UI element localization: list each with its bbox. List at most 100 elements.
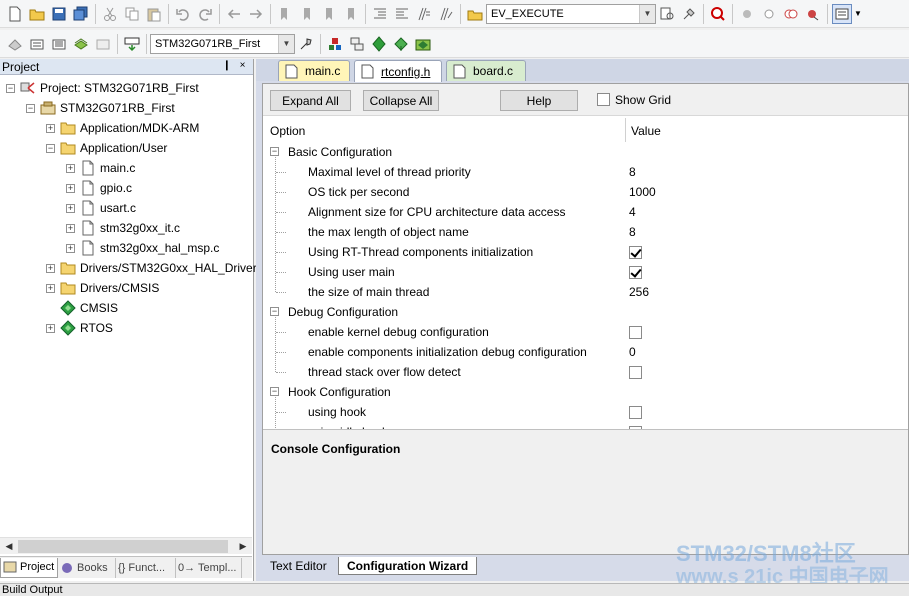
scroll-left-icon[interactable]: ◀ [1,539,17,554]
collapse-toggle-icon[interactable]: − [270,307,279,316]
expand-toggle-icon[interactable]: − [46,143,55,153]
tree-item[interactable]: CMSIS [46,298,118,318]
horizontal-scrollbar[interactable]: ◀ ▶ [0,537,252,554]
tab-configuration-wizard[interactable]: Configuration Wizard [338,557,478,575]
open-folder-icon[interactable] [27,4,47,24]
config-item-value[interactable]: 1000 [629,185,656,199]
cut-icon[interactable] [100,4,120,24]
target-options-icon[interactable] [296,34,316,54]
comment-icon[interactable] [414,4,434,24]
tree-item[interactable]: − STM32G071RB_First [26,98,175,118]
build-output-bar[interactable]: Build Output [0,583,909,596]
chevron-down-icon[interactable]: ▼ [854,9,862,18]
nav-back-icon[interactable] [224,4,244,24]
expand-toggle-icon[interactable]: + [66,223,75,233]
config-item-checkbox[interactable] [629,325,642,339]
build-icon[interactable] [27,34,47,54]
rebuild-icon[interactable] [49,34,69,54]
config-item[interactable]: the max length of object name 8 [263,222,908,242]
expand-toggle-icon[interactable]: + [46,323,55,333]
new-file-icon[interactable] [5,4,25,24]
copy-icon[interactable] [122,4,142,24]
uncomment-icon[interactable] [436,4,456,24]
incremental-find-icon[interactable] [679,4,699,24]
download-icon[interactable] [122,34,142,54]
tree-item[interactable]: + Drivers/STM32G0xx_HAL_Driver [46,258,257,278]
file-extensions-icon[interactable] [347,34,367,54]
indent-icon[interactable] [370,4,390,24]
expand-toggle-icon[interactable]: − [26,103,35,113]
select-pack-icon[interactable] [391,34,411,54]
pack-installer-icon[interactable] [369,34,389,54]
tree-item[interactable]: + usart.c [66,198,136,218]
save-icon[interactable] [49,4,69,24]
config-item[interactable]: Using RT-Thread components initializatio… [263,242,908,262]
expand-toggle-icon[interactable]: + [66,183,75,193]
target-select[interactable]: STM32G071RB_First ▼ [150,33,295,54]
find-in-files-icon[interactable] [465,4,485,24]
batch-build-icon[interactable] [71,34,91,54]
expand-toggle-icon[interactable]: + [66,243,75,253]
config-item-value[interactable] [629,245,642,259]
rte-icon[interactable] [413,34,433,54]
find-icon[interactable] [657,4,677,24]
stop-build-icon[interactable] [93,34,113,54]
tree-item[interactable]: − Project: STM32G071RB_First [6,78,199,98]
debug-session-icon[interactable] [708,4,728,24]
collapse-toggle-icon[interactable]: − [270,387,279,396]
config-item-value[interactable] [629,405,642,419]
clear-bookmarks-icon[interactable] [341,4,361,24]
save-all-icon[interactable] [71,4,91,24]
config-item-value[interactable]: 256 [629,285,649,299]
config-item-checkbox[interactable] [629,245,642,259]
config-item-checkbox[interactable] [629,365,642,379]
expand-toggle-icon[interactable]: + [46,283,55,293]
config-item[interactable]: Alignment size for CPU architecture data… [263,202,908,222]
config-group[interactable]: − Basic Configuration [263,142,908,162]
config-item-value[interactable]: 8 [629,225,636,239]
redo-icon[interactable] [195,4,215,24]
config-group[interactable]: − Hook Configuration [263,382,908,402]
config-item-value[interactable] [629,365,642,379]
paste-icon[interactable] [144,4,164,24]
chevron-down-icon[interactable]: ▼ [639,4,655,23]
column-divider[interactable] [625,118,626,142]
tree-item[interactable]: + Drivers/CMSIS [46,278,159,298]
bookmark-icon[interactable] [275,4,295,24]
collapse-all-button[interactable]: Collapse All [363,90,439,111]
translate-icon[interactable] [5,34,25,54]
expand-toggle-icon[interactable]: + [66,163,75,173]
config-item[interactable]: enable kernel debug configuration [263,322,908,342]
config-item[interactable]: Maximal level of thread priority 8 [263,162,908,182]
tree-item[interactable]: − Application/User [46,138,167,158]
chevron-down-icon[interactable]: ▼ [278,34,294,53]
config-item-value[interactable]: 4 [629,205,636,219]
config-item-checkbox[interactable] [629,265,642,279]
panel-tab-books[interactable]: Books [58,557,116,578]
undo-icon[interactable] [173,4,193,24]
find-combo[interactable]: EV_EXECUTE ▼ [486,3,656,24]
collapse-toggle-icon[interactable]: − [270,147,279,156]
tree-item[interactable]: + gpio.c [66,178,132,198]
tree-item[interactable]: + stm32g0xx_it.c [66,218,180,238]
panel-tab-project-tab[interactable]: Project [0,557,58,578]
scroll-right-icon[interactable]: ▶ [235,539,251,554]
show-grid-checkbox[interactable] [597,93,610,106]
expand-toggle-icon[interactable]: + [46,123,55,133]
expand-toggle-icon[interactable]: + [66,203,75,213]
expand-all-button[interactable]: Expand All [270,90,351,111]
expand-toggle-icon[interactable]: − [6,83,15,93]
scroll-thumb[interactable] [18,540,228,553]
expand-toggle-icon[interactable]: + [46,263,55,273]
help-button[interactable]: Help [500,90,578,111]
panel-tab-functions[interactable]: {} Funct... [116,557,176,578]
disable-breakpoint-icon[interactable] [759,4,779,24]
file-tab[interactable]: main.c [278,60,350,81]
close-icon[interactable]: × [236,60,249,73]
nav-forward-icon[interactable] [246,4,266,24]
manage-components-icon[interactable] [325,34,345,54]
tree-item[interactable]: + RTOS [46,318,113,338]
config-item-value[interactable]: 0 [629,345,636,359]
kill-all-breakpoints-icon[interactable] [803,4,823,24]
config-item-checkbox[interactable] [629,405,642,419]
